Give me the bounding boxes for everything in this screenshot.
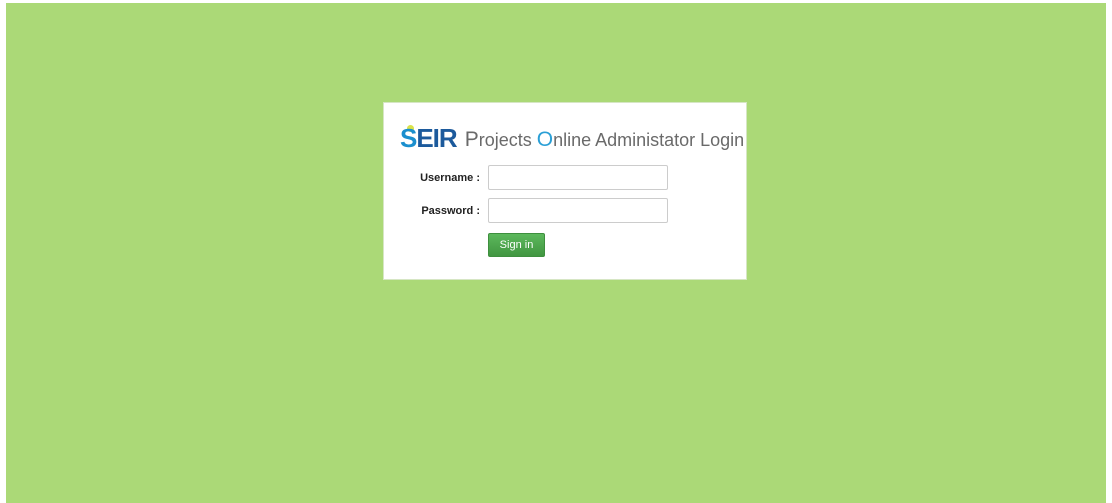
password-row: Password : [384, 198, 748, 224]
username-row: Username : [384, 165, 748, 191]
password-input[interactable] [488, 198, 668, 223]
title-projects-rest: rojects [478, 130, 537, 150]
title-online-rest: nline Administator Login [553, 130, 745, 150]
login-header: SEIR Projects Online Administator Login [400, 119, 744, 153]
logo-letter-s: S [400, 123, 417, 153]
page-background: SEIR Projects Online Administator Login … [6, 3, 1106, 503]
seir-logo: SEIR [400, 123, 458, 153]
page-title: Projects Online Administator Login [465, 128, 745, 153]
login-card: SEIR Projects Online Administator Login … [383, 102, 747, 280]
password-label: Password : [421, 205, 480, 217]
title-initial-o: O [536, 128, 554, 151]
title-initial-p: P [464, 128, 479, 151]
sign-in-button[interactable]: Sign in [488, 233, 545, 257]
username-input[interactable] [488, 165, 668, 190]
username-label: Username : [420, 172, 480, 184]
logo-letters: EIR [416, 123, 457, 153]
